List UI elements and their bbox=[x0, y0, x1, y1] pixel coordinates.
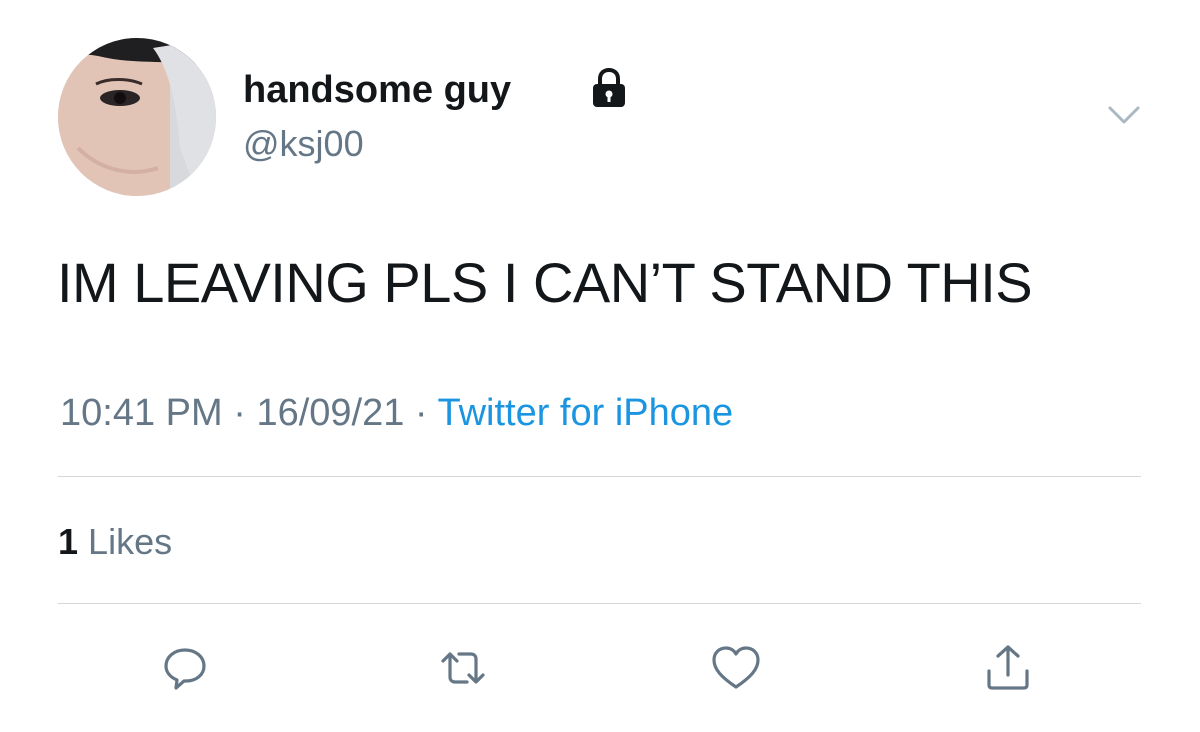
tweet-metadata: 10:41 PM · 16/09/21 · Twitter for iPhone bbox=[60, 390, 733, 436]
divider bbox=[58, 603, 1141, 604]
share-button[interactable] bbox=[978, 638, 1038, 698]
tweet-date[interactable]: 16/09/21 bbox=[256, 392, 404, 434]
like-button[interactable] bbox=[706, 638, 766, 698]
likes-label: Likes bbox=[88, 521, 173, 562]
avatar[interactable] bbox=[58, 38, 216, 196]
share-icon bbox=[981, 641, 1035, 695]
likes-stat[interactable]: 1 Likes bbox=[58, 520, 172, 564]
retweet-icon bbox=[435, 643, 491, 693]
reply-button[interactable] bbox=[155, 638, 215, 698]
avatar-photo bbox=[58, 38, 216, 196]
divider bbox=[58, 476, 1141, 477]
separator: · bbox=[233, 392, 246, 434]
retweet-button[interactable] bbox=[433, 638, 493, 698]
tweet-source-link[interactable]: Twitter for iPhone bbox=[437, 392, 733, 434]
display-name[interactable]: handsome guy bbox=[243, 68, 511, 112]
reply-icon bbox=[160, 643, 210, 693]
user-handle[interactable]: @ksj00 bbox=[243, 123, 364, 165]
tweet-time[interactable]: 10:41 PM bbox=[60, 392, 223, 434]
separator: · bbox=[414, 392, 428, 434]
likes-count: 1 bbox=[58, 521, 79, 562]
tweet-text: IM LEAVING PLS I CAN’T STAND THIS bbox=[57, 251, 1033, 314]
lock-icon bbox=[588, 67, 630, 108]
heart-icon bbox=[709, 643, 763, 693]
chevron-down-icon[interactable] bbox=[1106, 102, 1142, 128]
